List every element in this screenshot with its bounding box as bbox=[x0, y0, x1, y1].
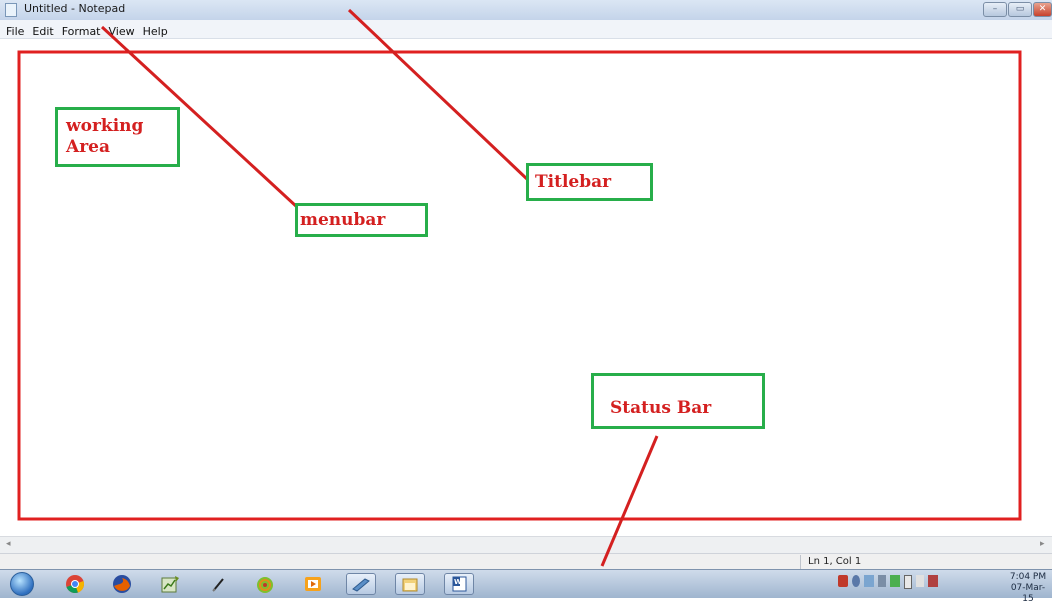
close-button[interactable]: ✕ bbox=[1033, 2, 1052, 17]
clock-date: 07-Mar-15 bbox=[1010, 583, 1046, 604]
minimize-button[interactable]: – bbox=[983, 2, 1007, 17]
chart-app-icon[interactable] bbox=[159, 573, 181, 595]
scroll-left-arrow[interactable]: ◂ bbox=[6, 539, 11, 549]
cursor-position: Ln 1, Col 1 bbox=[808, 556, 862, 567]
network-icon[interactable] bbox=[864, 575, 874, 587]
scroll-right-arrow[interactable]: ▸ bbox=[1040, 539, 1045, 549]
status-divider bbox=[800, 555, 801, 569]
working-area-label-line2: Area bbox=[66, 137, 110, 157]
chameleon-icon[interactable] bbox=[254, 573, 276, 595]
status-bar-callout: Status Bar bbox=[591, 373, 765, 429]
working-area-callout: working Area bbox=[55, 107, 180, 167]
tray-app-icon[interactable] bbox=[890, 575, 900, 587]
menu-edit[interactable]: Edit bbox=[28, 23, 57, 40]
taskbar: W 7:04 PM 07-Mar-15 bbox=[0, 569, 1052, 604]
pen-icon[interactable] bbox=[207, 573, 229, 595]
working-area-label-line1: working bbox=[66, 116, 144, 136]
notepad-icon bbox=[5, 3, 17, 17]
titlebar-label: Titlebar bbox=[535, 172, 612, 192]
volume-icon[interactable] bbox=[878, 575, 886, 587]
chrome-icon[interactable] bbox=[64, 573, 86, 595]
svg-text:W: W bbox=[454, 578, 462, 586]
menu-view[interactable]: View bbox=[105, 23, 139, 40]
title-bar[interactable]: Untitled - Notepad – ▭ ✕ bbox=[0, 0, 1052, 20]
system-tray bbox=[838, 575, 942, 591]
window-title: Untitled - Notepad bbox=[24, 2, 126, 15]
flag-icon[interactable] bbox=[916, 575, 924, 587]
menubar-callout: menubar bbox=[295, 203, 428, 237]
firefox-icon[interactable] bbox=[111, 573, 133, 595]
window-app-icon[interactable] bbox=[346, 573, 376, 595]
battery-icon[interactable] bbox=[904, 575, 912, 589]
horizontal-scrollbar[interactable]: ◂ ▸ bbox=[0, 536, 1052, 554]
working-area-label: working Area bbox=[66, 116, 143, 158]
menubar-label: menubar bbox=[300, 210, 386, 230]
folder-icon[interactable] bbox=[395, 573, 425, 595]
media-player-icon[interactable] bbox=[302, 573, 324, 595]
status-bar: Ln 1, Col 1 bbox=[0, 553, 1052, 570]
menu-help[interactable]: Help bbox=[139, 23, 172, 40]
clock-time: 7:04 PM bbox=[1009, 572, 1047, 582]
menu-format[interactable]: Format bbox=[58, 23, 105, 40]
menu-bar: File Edit Format View Help bbox=[0, 20, 1052, 39]
start-button[interactable] bbox=[10, 572, 34, 596]
monitor-icon[interactable] bbox=[928, 575, 938, 587]
titlebar-callout: Titlebar bbox=[526, 163, 653, 201]
word-icon[interactable]: W bbox=[444, 573, 474, 595]
status-bar-label: Status Bar bbox=[610, 398, 712, 418]
maximize-button[interactable]: ▭ bbox=[1008, 2, 1032, 17]
clock[interactable]: 7:04 PM 07-Mar-15 bbox=[1008, 572, 1048, 605]
menu-file[interactable]: File bbox=[2, 23, 28, 40]
shield-icon[interactable] bbox=[838, 575, 848, 587]
bluetooth-icon[interactable] bbox=[852, 575, 860, 587]
